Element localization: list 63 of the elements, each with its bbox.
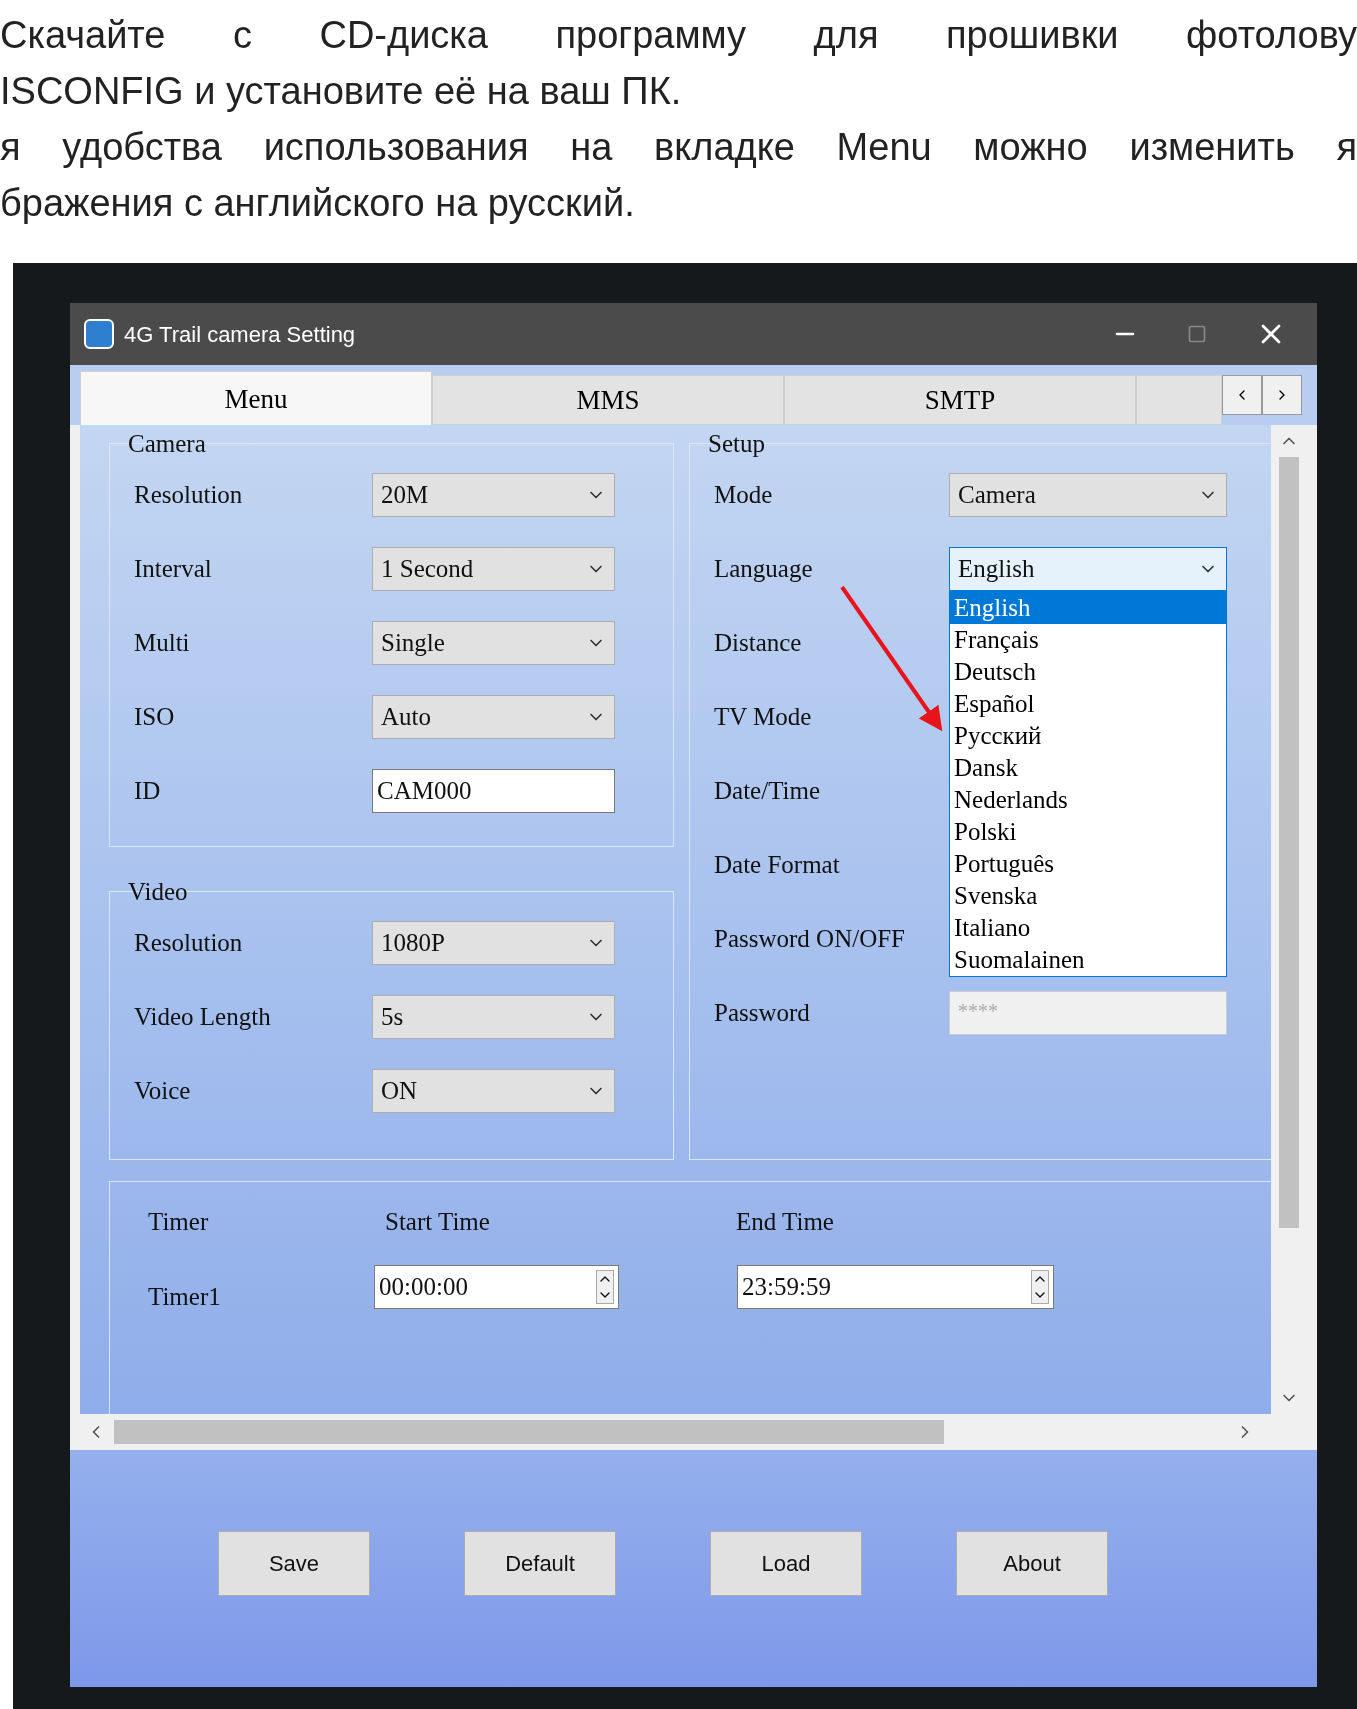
field-label: Multi (133, 628, 191, 659)
tab[interactable]: SMTP (784, 375, 1136, 425)
dropdown[interactable]: Auto (372, 695, 615, 739)
field-label: Date Format (713, 850, 841, 881)
group-title: Timer (147, 1207, 210, 1238)
field-label: TV Mode (713, 702, 813, 733)
field-label: Password (713, 998, 811, 1029)
dropdown-option[interactable]: Nederlands (950, 784, 1226, 816)
dropdown[interactable]: 5s (372, 995, 615, 1039)
tab[interactable]: MMS (432, 375, 784, 425)
field-label: ID (133, 776, 162, 807)
field-label: Resolution (133, 928, 244, 959)
spin-buttons-icon[interactable] (1031, 1270, 1049, 1304)
spin-buttons-icon[interactable] (596, 1270, 614, 1304)
input-field[interactable]: CAM000 (372, 769, 615, 813)
field-label: ISO (133, 702, 176, 733)
time-field[interactable]: 00:00:00 (374, 1265, 619, 1309)
instruction-text: я удобства использования на вкладке Menu можно изменить я (0, 125, 1357, 170)
field-label: Timer1 (147, 1282, 222, 1313)
column-heading: End Time (736, 1207, 834, 1238)
group-title: Setup (707, 429, 766, 459)
column-heading: Start Time (385, 1207, 491, 1238)
field-label: Mode (713, 480, 774, 511)
field-label: Interval (133, 554, 213, 585)
dropdown-option[interactable]: Svenska (950, 880, 1226, 912)
field-label: Language (713, 554, 814, 585)
dropdown[interactable]: Camera (949, 473, 1227, 517)
dropdown[interactable]: Single (372, 621, 615, 665)
field-label: Password ON/OFF (713, 924, 906, 955)
dropdown-option[interactable]: Polski (950, 816, 1226, 848)
field-label: Date/Time (713, 776, 822, 807)
app-logo-icon (84, 319, 114, 349)
dropdown-option[interactable]: English (950, 592, 1226, 624)
dropdown[interactable]: 20M (372, 473, 615, 517)
group-title: Video (127, 877, 189, 907)
dropdown[interactable]: 1080P (372, 921, 615, 965)
action-button[interactable]: Load (710, 1531, 862, 1596)
maximize-icon[interactable] (1187, 324, 1207, 344)
dropdown-option[interactable]: Português (950, 848, 1226, 880)
instruction-text: бражения с английского на русский. (0, 181, 636, 226)
action-button[interactable]: Save (218, 1531, 370, 1596)
dropdown[interactable]: ON (372, 1069, 615, 1113)
instruction-text: ISCONFIG и установите её на ваш ПК. (0, 69, 683, 114)
group-title: Camera (127, 429, 207, 459)
field-label: Voice (133, 1076, 192, 1107)
dropdown-option[interactable]: Français (950, 624, 1226, 656)
field-label: Resolution (133, 480, 244, 511)
time-field[interactable]: 23:59:59 (737, 1265, 1054, 1309)
tab[interactable]: Menu (80, 371, 432, 427)
dropdown-option[interactable]: Italiano (950, 912, 1226, 944)
dropdown-option[interactable]: Suomalainen (950, 944, 1226, 976)
dropdown-option[interactable]: Español (950, 688, 1226, 720)
dropdown-option[interactable]: Русский (950, 720, 1226, 752)
dropdown[interactable]: 1 Second (372, 547, 615, 591)
dropdown[interactable]: English (949, 547, 1227, 591)
action-button[interactable]: Default (464, 1531, 616, 1596)
action-button[interactable]: About (956, 1531, 1108, 1596)
field-label: Video Length (133, 1002, 272, 1033)
window-title: 4G Trail camera Setting (124, 320, 356, 349)
field-label: Distance (713, 628, 803, 659)
instruction-text: Скачайте с CD-диска программу для прошивки фотолову (0, 13, 1357, 58)
dropdown-option[interactable]: Deutsch (950, 656, 1226, 688)
dropdown-option[interactable]: Dansk (950, 752, 1226, 784)
